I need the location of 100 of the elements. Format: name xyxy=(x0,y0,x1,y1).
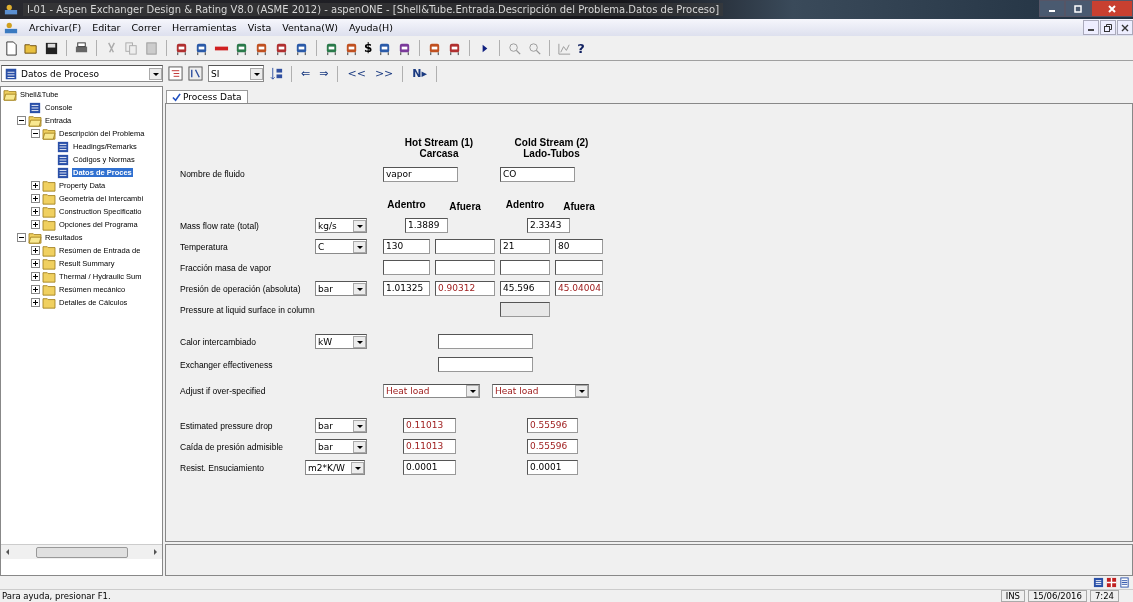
units-select[interactable]: SI xyxy=(208,65,264,82)
menu-item[interactable]: Ventana(W) xyxy=(282,22,339,33)
folder-icon xyxy=(42,283,56,296)
form-select[interactable]: Datos de Proceso xyxy=(1,65,163,82)
app-icon xyxy=(4,2,18,17)
context-help-button[interactable]: ? xyxy=(577,40,585,56)
input-field[interactable]: 0.55596 xyxy=(527,439,578,454)
horizontal-scrollbar[interactable] xyxy=(1,544,162,559)
column-header: Afuera xyxy=(562,200,596,212)
menu-item[interactable]: Correr xyxy=(131,22,162,33)
input-field[interactable]: 45.596 xyxy=(500,281,550,296)
expand-icon[interactable] xyxy=(31,298,40,307)
stream-side: Lado-Tubos xyxy=(523,148,580,159)
cost-button[interactable]: $ xyxy=(364,41,373,55)
input-field[interactable]: 2.3343 xyxy=(527,218,570,233)
unit-select[interactable]: bar xyxy=(315,439,367,454)
menu-item[interactable]: Vista xyxy=(247,22,272,33)
input-field[interactable]: 45.04004 xyxy=(555,281,603,296)
input-field[interactable] xyxy=(435,239,495,254)
document-icon[interactable] xyxy=(1119,577,1130,588)
unit-select[interactable]: m2*K/W xyxy=(305,460,365,475)
input-field[interactable]: 1.01325 xyxy=(383,281,430,296)
menu-item[interactable]: Herramientas xyxy=(172,22,237,33)
minimize-button[interactable] xyxy=(1083,20,1099,35)
expand-icon[interactable] xyxy=(31,181,40,190)
collapse-icon[interactable] xyxy=(17,233,26,242)
form-icon xyxy=(4,66,18,81)
restore-icon xyxy=(1103,23,1113,33)
expand-icon[interactable] xyxy=(31,220,40,229)
menu-item[interactable]: Ayuda(H) xyxy=(349,22,393,33)
close-button[interactable] xyxy=(1091,0,1133,17)
close-button[interactable] xyxy=(1117,20,1133,35)
field-label: Temperatura xyxy=(180,240,229,253)
input-field[interactable]: CO xyxy=(500,166,575,182)
units-icon[interactable] xyxy=(188,66,203,81)
expand-icon[interactable] xyxy=(31,272,40,281)
input-field[interactable] xyxy=(438,334,533,349)
input-field[interactable] xyxy=(435,260,495,275)
input-field[interactable]: 80 xyxy=(555,239,603,254)
minimize-button[interactable] xyxy=(1039,0,1065,17)
collapse-icon[interactable] xyxy=(17,116,26,125)
column-header: Afuera xyxy=(448,200,482,212)
input-field[interactable]: 0.0001 xyxy=(527,460,578,475)
input-field[interactable] xyxy=(383,260,430,275)
folder-icon xyxy=(42,192,56,205)
folder-icon xyxy=(42,270,56,283)
expand-icon[interactable] xyxy=(31,285,40,294)
input-field[interactable] xyxy=(500,260,550,275)
field-label: Adjust if over-specified xyxy=(180,384,267,397)
input-field[interactable] xyxy=(438,357,533,372)
menu-item[interactable]: Editar xyxy=(92,22,121,33)
field-label: Caída de presión admisible xyxy=(180,440,284,453)
dropdown[interactable]: Heat load xyxy=(492,383,589,398)
expand-icon[interactable] xyxy=(31,194,40,203)
window-title: I-01 - Aspen Exchanger Design & Rating V8.0 (ASME 2012) - aspenONE - [Shell&Tube.Entrada.Descripción del Problema.Datos de Proceso] xyxy=(23,3,724,16)
unit-select[interactable]: C xyxy=(315,239,367,254)
input-field[interactable]: 0.55596 xyxy=(527,418,578,433)
input-field[interactable]: 0.11013 xyxy=(403,418,456,433)
stream-side: Carcasa xyxy=(419,148,459,159)
save-icon[interactable] xyxy=(44,40,59,56)
unit-select[interactable]: bar xyxy=(315,281,367,296)
tree-view-icon[interactable] xyxy=(168,66,183,81)
form-icon xyxy=(56,166,70,179)
tab[interactable]: Process Data xyxy=(166,90,248,103)
expand-icon[interactable] xyxy=(31,259,40,268)
forward-button[interactable]: ⇒ xyxy=(317,67,331,80)
input-field[interactable]: 130 xyxy=(383,239,430,254)
sort-icon[interactable] xyxy=(269,66,284,81)
field-label: Presión de operación (absoluta) xyxy=(180,282,302,295)
last-button[interactable]: >> xyxy=(372,67,396,80)
back-button[interactable]: ⇐ xyxy=(299,67,313,80)
new-file-icon[interactable] xyxy=(4,40,19,56)
input-field[interactable]: 0.11013 xyxy=(403,439,456,454)
input-field[interactable] xyxy=(555,260,603,275)
dropdown[interactable]: Heat load xyxy=(383,383,480,398)
status-panel: INS xyxy=(1000,590,1025,602)
field-label: Estimated pressure drop xyxy=(180,419,274,432)
input-field[interactable]: 0.90312 xyxy=(435,281,495,296)
close-icon xyxy=(1120,23,1130,33)
collapse-icon[interactable] xyxy=(31,129,40,138)
unit-select[interactable]: kg/s xyxy=(315,218,367,233)
expand-icon[interactable] xyxy=(31,246,40,255)
unit-select[interactable]: kW xyxy=(315,334,367,349)
restore-button[interactable] xyxy=(1100,20,1116,35)
field-label: Exchanger effectiveness xyxy=(180,358,274,371)
input-field[interactable]: 1.3889 xyxy=(405,218,448,233)
field-label: Resist. Ensuciamiento xyxy=(180,461,266,474)
expand-icon[interactable] xyxy=(31,207,40,216)
form-view-icon[interactable] xyxy=(1093,577,1104,588)
menu-item[interactable]: Archivar(F) xyxy=(29,22,82,33)
first-button[interactable]: << xyxy=(345,67,368,80)
folder-icon xyxy=(42,257,56,270)
next-button[interactable]: N▸ xyxy=(410,67,430,80)
maximize-button[interactable] xyxy=(1065,0,1091,17)
input-field[interactable]: 21 xyxy=(500,239,550,254)
input-field[interactable]: 0.0001 xyxy=(403,460,456,475)
input-field[interactable]: vapor xyxy=(383,166,458,182)
unit-select[interactable]: bar xyxy=(315,418,367,433)
left-arrow-icon xyxy=(4,548,12,556)
field-label: Mass flow rate (total) xyxy=(180,219,260,232)
